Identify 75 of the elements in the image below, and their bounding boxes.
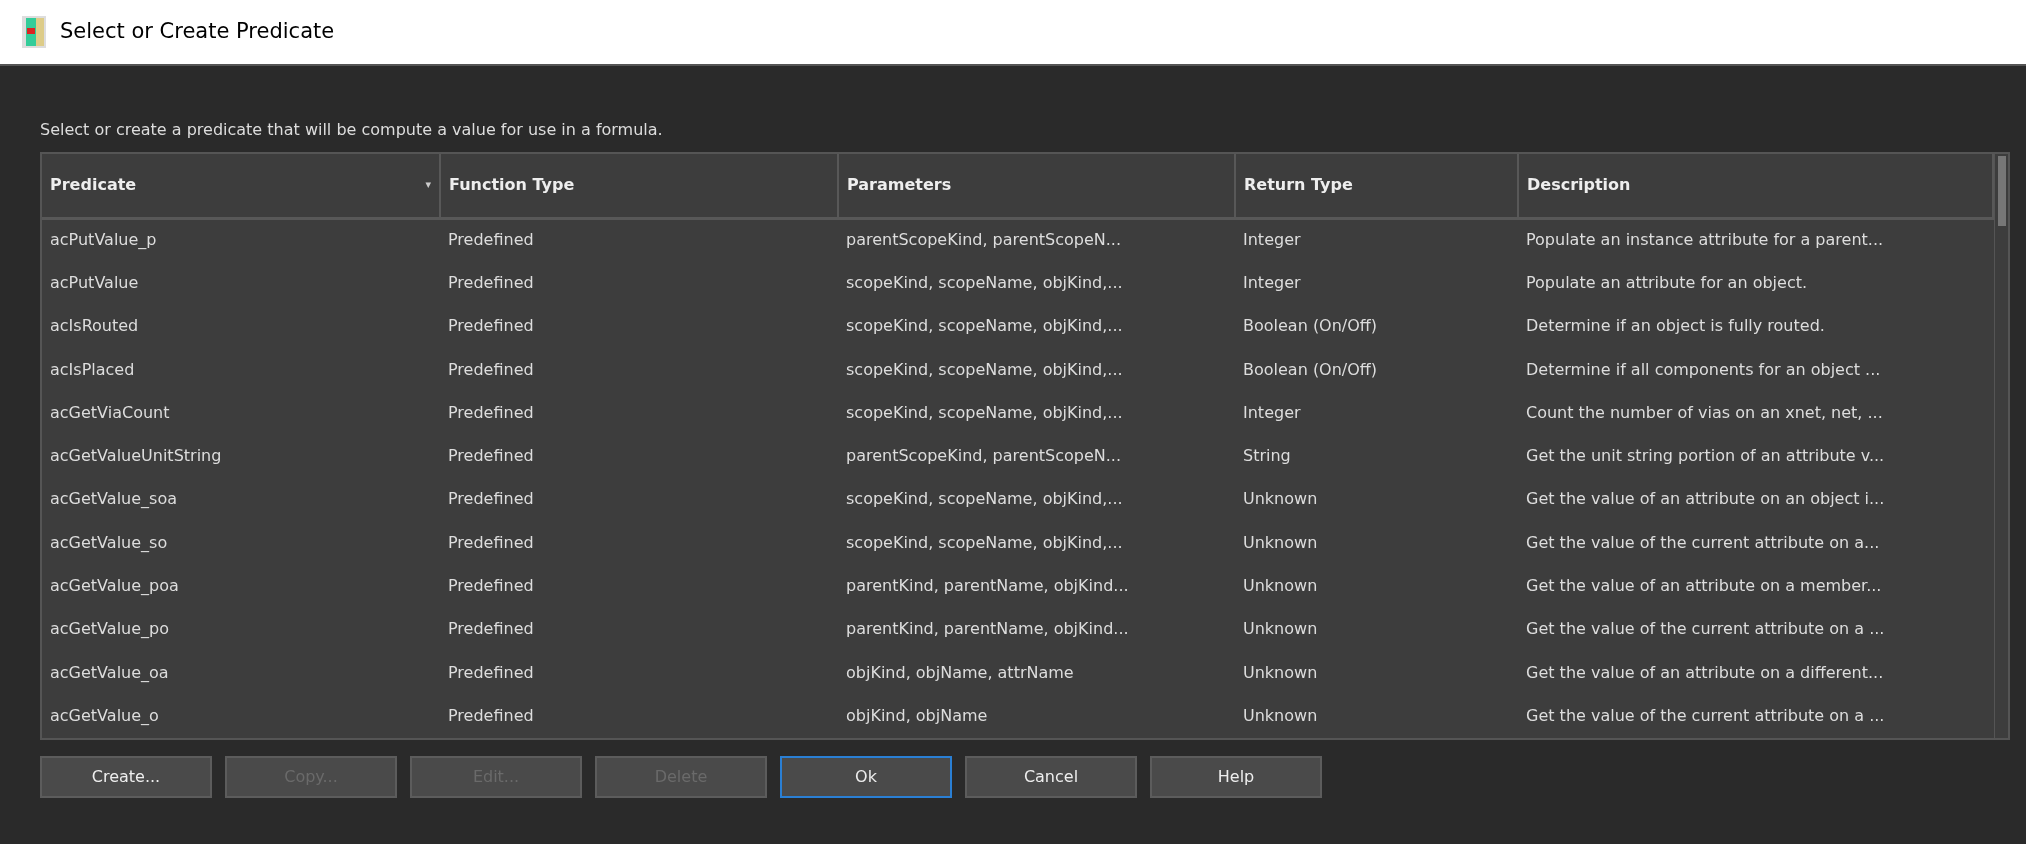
table-cell-text: acGetValue_o — [49, 704, 160, 727]
table-cell-text: Predefined — [447, 271, 535, 294]
sort-icon: ▾ — [425, 177, 431, 194]
app-icon — [22, 16, 46, 48]
table-cell-text: Predefined — [447, 661, 535, 684]
table-cell-text: Boolean (On/Off) — [1242, 315, 1379, 338]
table-cell-text: scopeKind, scopeName, objKind,... — [845, 531, 1124, 554]
table-cell: Integer — [1235, 218, 1518, 262]
table-cell-text: objKind, objName — [845, 704, 989, 727]
table-cell-text: Unknown — [1242, 531, 1319, 554]
table-cell-text: acGetValue_so — [49, 531, 169, 554]
table-cell-text: Unknown — [1242, 575, 1319, 597]
table-cell-text: Predefined — [447, 531, 535, 554]
column-header[interactable]: Predicate ▾ — [50, 173, 431, 198]
table-cell-text: Predefined — [447, 401, 535, 424]
table-cell-text: scopeKind, scopeName, objKind,... — [845, 358, 1124, 381]
table-cell-text: acGetValue_oa — [49, 661, 170, 684]
table-cell-text: Predefined — [447, 575, 535, 597]
table-cell-text: Unknown — [1242, 661, 1319, 684]
table-cell-text: Predefined — [447, 704, 535, 727]
table-cell-text: Unknown — [1242, 704, 1319, 727]
table-cell-text: Boolean (On/Off) — [1242, 358, 1379, 381]
column-label: Predicate — [50, 174, 137, 197]
table-cell-text: acGetValue_soa — [49, 488, 178, 511]
table-cell-text: acGetValue_po — [49, 618, 170, 641]
dialog-button[interactable]: Help — [1150, 756, 1322, 798]
column-header[interactable]: Function Type — [440, 154, 838, 218]
table-cell-text: scopeKind, scopeName, objKind,... — [845, 271, 1124, 294]
table-cell-text: acGetViaCount — [49, 401, 171, 424]
table-cell-text: Get the value of an attribute on a member... — [1525, 575, 1883, 597]
table-cell-text: acIsRouted — [49, 315, 140, 338]
table-cell-text: acGetValueUnitString — [49, 445, 223, 468]
window-title: Select or Create Predicate — [60, 18, 335, 46]
table-cell-text: Predefined — [447, 488, 535, 511]
column-header[interactable]: Return Type — [1235, 154, 1518, 218]
table-cell-text: Populate an attribute for an object. — [1525, 271, 1809, 294]
table-cell-text: Determine if an object is fully routed. — [1525, 315, 1826, 338]
table-cell: acPutValue_p — [42, 218, 440, 262]
table-cell-text: Integer — [1242, 271, 1302, 294]
table-cell-text: objKind, objName, attrName — [845, 661, 1075, 684]
table-cell-text: acIsPlaced — [49, 358, 136, 381]
table-cell-text: acPutValue — [49, 271, 140, 294]
table-cell-text: scopeKind, scopeName, objKind,... — [845, 401, 1124, 424]
scrollbar[interactable] — [1994, 154, 2008, 738]
table-cell-text: Get the value of the current attribute on a ... — [1525, 704, 1886, 727]
table-cell-text: scopeKind, scopeName, objKind,... — [845, 488, 1124, 511]
table-cell-text: Get the value of the current attribute on a ... — [1525, 618, 1886, 641]
table-cell-text: Count the number of vias on an xnet, net, ... — [1525, 401, 1884, 424]
table-cell-text: parentKind, parentName, objKind... — [845, 618, 1130, 641]
instruction-text: Select or create a predicate that will be compute a value for use in a formula. — [40, 119, 663, 141]
table-cell-text: Predefined — [447, 358, 535, 381]
table-cell-text: Get the unit string portion of an attribute v... — [1525, 445, 1886, 468]
table-cell-text: Integer — [1242, 401, 1302, 424]
table-cell-text: acGetValue_poa — [49, 575, 180, 597]
table-cell-text: Unknown — [1242, 488, 1319, 511]
table-cell-text: Predefined — [447, 618, 535, 641]
table-cell-text: Get the value of an attribute on an object i... — [1525, 488, 1886, 511]
dialog-button[interactable]: Create... — [40, 756, 212, 798]
table-cell-text: parentKind, parentName, objKind... — [845, 575, 1130, 597]
table-cell-text: scopeKind, scopeName, objKind,... — [845, 315, 1124, 338]
table-cell-text: Determine if all components for an object ... — [1525, 358, 1882, 381]
column-header[interactable]: Description — [1518, 154, 1993, 218]
table-cell: Populate an instance attribute for a parent... — [1518, 218, 1993, 262]
table-cell: parentScopeKind, parentScopeN... — [838, 218, 1235, 262]
table-cell-text: parentScopeKind, parentScopeN... — [845, 445, 1122, 468]
dialog-button[interactable]: Cancel — [965, 756, 1137, 798]
table-cell-text: Get the value of the current attribute on a... — [1525, 531, 1881, 554]
column-header[interactable]: Parameters — [838, 154, 1235, 218]
table-cell-text: String — [1242, 445, 1292, 468]
table-cell-text: Predefined — [447, 445, 535, 468]
table-cell-text: Unknown — [1242, 618, 1319, 641]
table-cell-text: Get the value of an attribute on a different... — [1525, 661, 1885, 684]
dialog-button[interactable]: Ok — [780, 756, 952, 798]
table-cell-text: Predefined — [447, 315, 535, 338]
table-cell: Predefined — [440, 218, 838, 262]
